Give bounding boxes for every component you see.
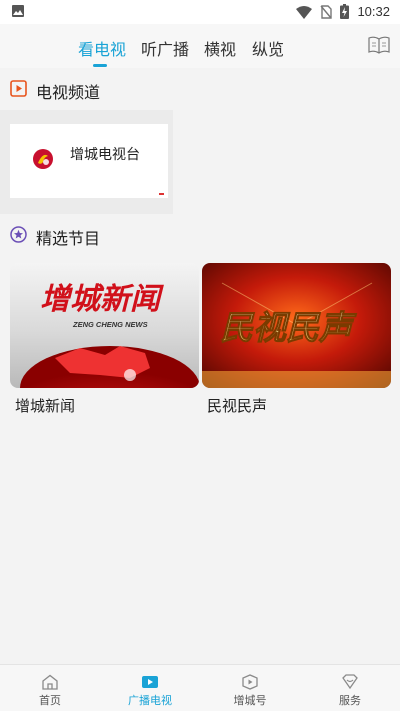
channel-card[interactable]: 增城电视台 bbox=[10, 124, 168, 198]
section-title-tv-channels: 电视频道 bbox=[36, 85, 101, 102]
status-bar: 10:32 bbox=[0, 0, 400, 24]
tab-overview[interactable]: 纵览 bbox=[252, 36, 284, 60]
program-thumbnail: 增城新闻 ZENG CHENG NEWS bbox=[10, 263, 199, 388]
top-tab-bar: 看电视 听广播 横视 纵览 bbox=[0, 24, 400, 68]
program-thumbnail: 民视民声 bbox=[202, 263, 391, 388]
program-title: 民视民声 bbox=[207, 398, 268, 415]
play-icon bbox=[10, 80, 27, 97]
gallery-icon bbox=[12, 5, 24, 17]
zengcheng-news-thumbnail: 增城新闻 ZENG CHENG NEWS bbox=[10, 263, 199, 388]
tab-watch-tv[interactable]: 看电视 bbox=[78, 36, 126, 60]
program-card[interactable]: 民视民声 民视民声 bbox=[202, 263, 391, 416]
nav-label: 增城号 bbox=[233, 695, 267, 707]
nav-item-home[interactable]: 首页 bbox=[0, 665, 100, 711]
heart-icon bbox=[342, 674, 358, 690]
thumbnail-subtitle-text: ZENG CHENG NEWS bbox=[72, 320, 148, 329]
live-indicator bbox=[159, 193, 164, 195]
battery-charging-icon bbox=[340, 4, 350, 19]
thumbnail-title-text: 民视民声 bbox=[220, 308, 357, 347]
nav-label: 首页 bbox=[39, 695, 61, 707]
program-card[interactable]: 增城新闻 ZENG CHENG NEWS 增城新闻 bbox=[10, 263, 199, 416]
channel-card-container: 增城电视台 bbox=[0, 110, 173, 214]
active-tab-indicator bbox=[93, 64, 107, 67]
featured-header: 精选节目 bbox=[0, 214, 400, 256]
nav-label: 服务 bbox=[339, 695, 361, 707]
home-icon bbox=[42, 674, 58, 690]
tv-channels-header: 电视频道 bbox=[0, 68, 400, 110]
status-time: 10:32 bbox=[357, 4, 390, 19]
minshi-minsheng-thumbnail: 民视民声 bbox=[202, 263, 391, 388]
thumbnail-title-text: 增城新闻 bbox=[40, 282, 164, 317]
bottom-navigation: 首页 广播电视 增城号 服务 bbox=[0, 664, 400, 711]
star-icon bbox=[10, 226, 27, 243]
channel-name: 增城电视台 bbox=[70, 146, 140, 162]
wifi-icon bbox=[296, 5, 313, 19]
book-icon[interactable] bbox=[368, 36, 390, 54]
nav-label: 广播电视 bbox=[128, 695, 172, 707]
nav-item-zengcheng-hao[interactable]: 增城号 bbox=[200, 665, 300, 711]
play-circle-icon bbox=[242, 674, 258, 690]
tab-horizontal-view[interactable]: 横视 bbox=[204, 36, 236, 60]
program-grid: 增城新闻 ZENG CHENG NEWS 增城新闻 民视民声 民视民声 bbox=[0, 256, 400, 664]
program-title: 增城新闻 bbox=[15, 398, 76, 415]
nav-item-services[interactable]: 服务 bbox=[300, 665, 400, 711]
section-title-featured: 精选节目 bbox=[36, 231, 101, 248]
tab-listen-radio[interactable]: 听广播 bbox=[141, 36, 189, 60]
nav-item-broadcast-tv[interactable]: 广播电视 bbox=[100, 665, 200, 711]
no-sim-icon bbox=[320, 4, 333, 19]
zengcheng-tv-logo bbox=[33, 149, 53, 169]
tv-icon bbox=[142, 676, 158, 688]
channel-list: 增城电视台 bbox=[0, 110, 400, 214]
